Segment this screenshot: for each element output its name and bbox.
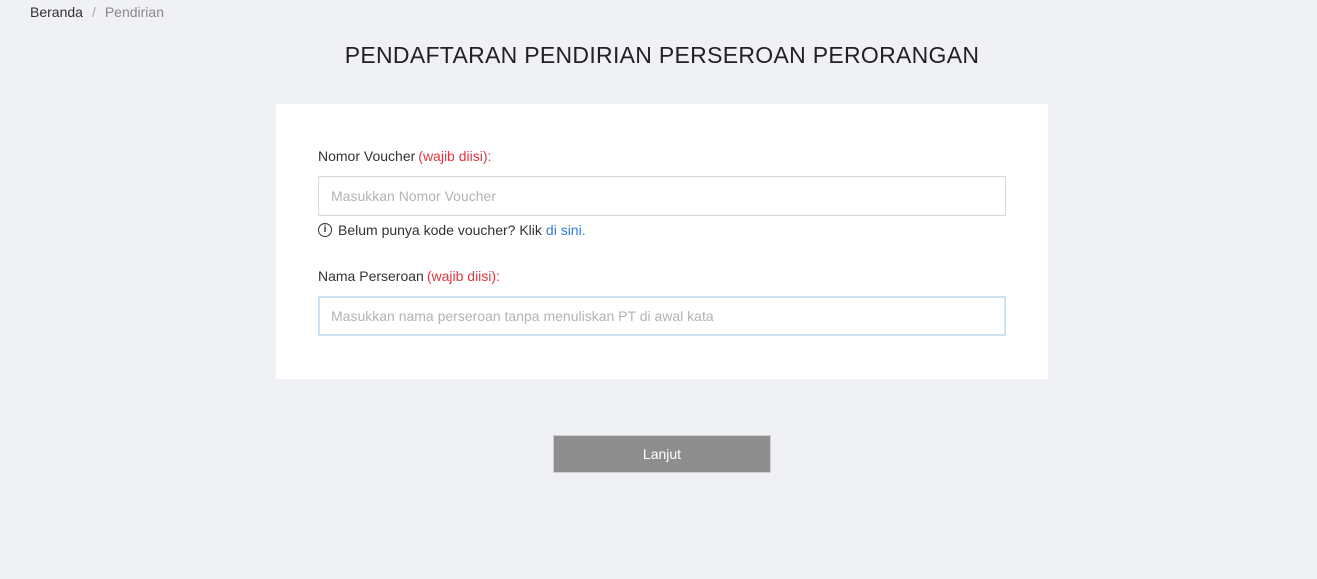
page-title: PENDAFTARAN PENDIRIAN PERSEROAN PERORANG… <box>344 42 980 68</box>
breadcrumb: Beranda / Pendirian <box>30 4 164 20</box>
company-name-required-text: (wajib diisi): <box>426 268 500 284</box>
voucher-required-text: (wajib diisi): <box>418 148 492 164</box>
voucher-hint: i Belum punya kode voucher? Klik di sini… <box>318 222 586 238</box>
voucher-label: Nomor Voucher (wajib diisi): <box>318 148 491 164</box>
voucher-hint-link[interactable]: di sini. <box>546 222 586 238</box>
breadcrumb-home[interactable]: Beranda <box>30 4 83 20</box>
voucher-input[interactable] <box>318 176 1006 216</box>
breadcrumb-current: Pendirian <box>104 4 164 20</box>
voucher-label-text: Nomor Voucher <box>318 148 416 164</box>
company-name-label-text: Nama Perseroan <box>318 268 424 284</box>
company-name-input[interactable] <box>318 296 1006 336</box>
info-icon: i <box>318 223 332 237</box>
breadcrumb-separator: / <box>91 4 96 20</box>
continue-button[interactable]: Lanjut <box>553 435 771 473</box>
voucher-hint-text: Belum punya kode voucher? Klik <box>338 222 542 238</box>
company-name-label: Nama Perseroan (wajib diisi): <box>318 268 500 284</box>
form-card: Nomor Voucher(wajib diisi): i Belum puny… <box>276 104 1048 379</box>
